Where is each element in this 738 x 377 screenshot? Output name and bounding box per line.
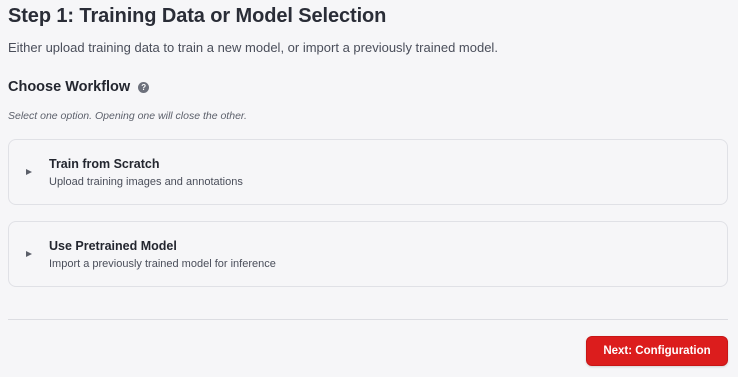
section-title: Choose Workflow	[8, 79, 131, 95]
question-circle-icon[interactable]: ?	[138, 82, 150, 93]
page-subtitle: Either upload training data to train a n…	[8, 40, 498, 55]
page: Step 1: Training Data or Model Selection…	[0, 0, 738, 377]
workflow-option-train-from-scratch[interactable]: Train from Scratch Upload training image…	[8, 139, 728, 205]
workflow-section-header: Choose Workflow ?	[8, 79, 150, 95]
caret-right-icon	[26, 251, 32, 257]
caret-right-icon	[26, 169, 32, 175]
page-title: Step 1: Training Data or Model Selection	[8, 5, 387, 27]
footer-divider	[8, 319, 728, 320]
workflow-hint: Select one option. Opening one will clos…	[8, 110, 247, 122]
option-title: Use Pretrained Model	[49, 239, 177, 253]
option-title: Train from Scratch	[49, 157, 160, 171]
next-configuration-button[interactable]: Next: Configuration	[586, 336, 728, 366]
option-description: Upload training images and annotations	[49, 176, 243, 188]
option-description: Import a previously trained model for in…	[49, 258, 276, 270]
workflow-option-use-pretrained-model[interactable]: Use Pretrained Model Import a previously…	[8, 221, 728, 287]
